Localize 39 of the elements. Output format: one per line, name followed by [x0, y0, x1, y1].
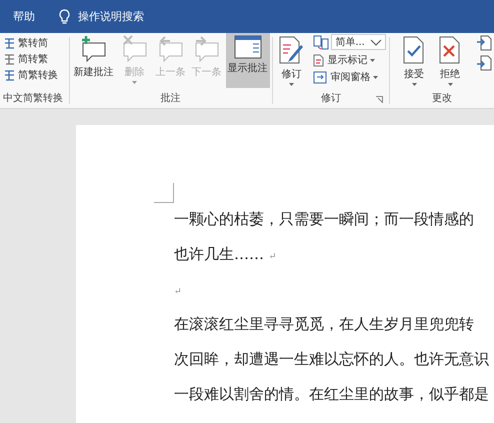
markup-dropdown[interactable]: 简单... — [331, 34, 386, 50]
group-label: 中文简繁转换 — [3, 92, 63, 105]
group-label: 修订 — [320, 92, 341, 105]
group-label: 批注 — [160, 92, 181, 105]
caret-icon — [412, 83, 416, 86]
margin-corner-mark — [154, 183, 174, 203]
document-arrow-icon[interactable] — [476, 35, 492, 51]
group-label: 更改 — [432, 92, 452, 105]
ribbon-button[interactable]: 审阅窗格 — [313, 70, 386, 84]
document-icon — [313, 54, 324, 66]
ribbon-tab[interactable]: 帮助 — [13, 9, 35, 24]
ribbon-button[interactable]: 显示标记 — [313, 53, 386, 67]
ribbon-button[interactable]: 新建批注 — [72, 33, 116, 88]
ribbon-button[interactable]: 简繁转换 — [3, 68, 58, 82]
dialog-launcher-icon[interactable] — [376, 96, 384, 103]
search-field[interactable]: 操作说明搜索 — [78, 9, 144, 24]
ribbon-button[interactable]: 拒绝 — [436, 33, 464, 88]
text-line: 也许几生…… — [174, 245, 264, 263]
track-changes-button[interactable]: 修订 — [275, 33, 308, 88]
lightbulb-icon — [59, 8, 70, 24]
text-line: 在滚滚红尘里寻寻觅觅，在人生岁月里兜兜转 — [174, 315, 474, 333]
chevron-down-icon — [370, 38, 382, 46]
ribbon-button[interactable]: 繁转简 — [3, 36, 58, 50]
ribbon-button[interactable]: 显示批注 — [226, 33, 270, 88]
ribbon-button[interactable]: 简转繁 — [3, 52, 58, 66]
caret-icon — [448, 83, 452, 86]
caret-icon — [132, 81, 138, 84]
paragraph-mark: ↵ — [174, 287, 182, 297]
caret-icon — [373, 76, 378, 78]
text-line: 一颗心的枯萎，只需要一瞬间；而一段情感的 — [174, 210, 474, 228]
caret-icon — [288, 83, 294, 86]
text-line: 一段难以割舍的情。在红尘里的故事，似乎都是 — [174, 385, 489, 403]
text-line: 次回眸，却遭遇一生难以忘怀的人。也许无意识 — [174, 350, 489, 368]
comments-panel-icon — [234, 35, 262, 59]
ribbon-button[interactable]: 接受 — [400, 33, 428, 88]
paragraph-mark: ↵ — [268, 252, 276, 262]
document-arrow-icon[interactable] — [476, 55, 492, 71]
caret-icon — [370, 58, 376, 62]
pane-icon — [313, 70, 328, 84]
